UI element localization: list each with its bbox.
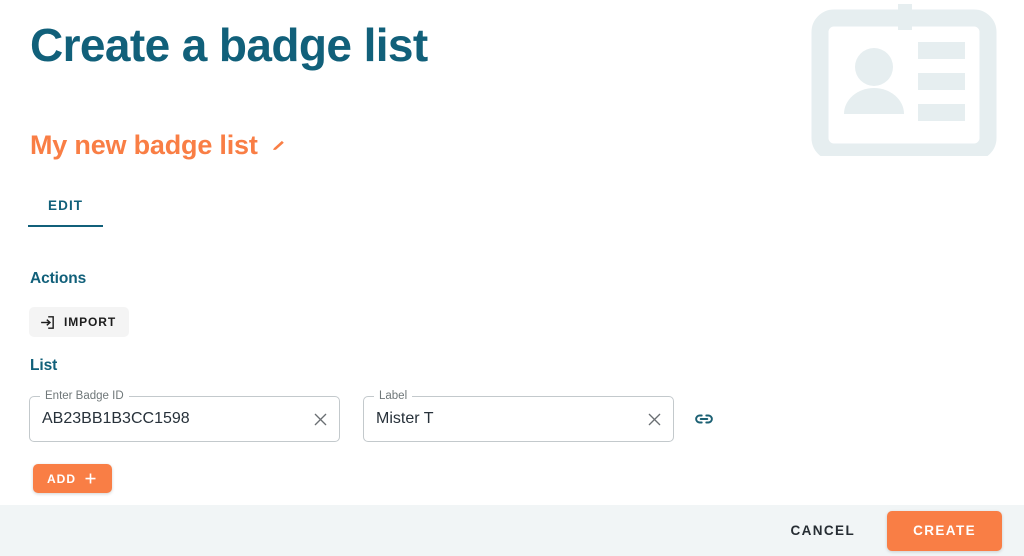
add-button[interactable]: ADD xyxy=(33,464,112,493)
create-button[interactable]: CREATE xyxy=(887,510,1002,551)
tab-bar: EDIT xyxy=(28,192,104,227)
add-button-label: ADD xyxy=(47,471,76,486)
badge-id-field-wrapper: Enter Badge ID xyxy=(29,390,340,442)
plus-icon xyxy=(83,471,98,486)
page-title: Create a badge list xyxy=(30,19,428,71)
list-heading: List xyxy=(30,357,58,374)
badge-id-input[interactable] xyxy=(29,396,340,442)
import-button-label: IMPORT xyxy=(64,315,117,329)
chain-link-icon[interactable] xyxy=(691,406,717,432)
actions-heading: Actions xyxy=(30,270,87,287)
list-name: My new badge list xyxy=(30,130,258,160)
label-input[interactable] xyxy=(363,396,674,442)
label-clear-icon[interactable] xyxy=(642,407,666,431)
label-field-wrapper: Label xyxy=(363,390,674,442)
id-badge-card-icon xyxy=(806,4,1002,161)
tab-edit[interactable]: EDIT xyxy=(28,192,104,227)
import-button[interactable]: IMPORT xyxy=(29,307,130,337)
footer-action-bar: CANCEL CREATE xyxy=(0,505,1024,556)
create-badge-list-page: Create a badge list My new badge list ED… xyxy=(0,0,1024,556)
list-name-row: My new badge list xyxy=(30,130,289,161)
pencil-icon[interactable] xyxy=(269,136,289,156)
cancel-button[interactable]: CANCEL xyxy=(780,515,865,546)
badge-id-clear-icon[interactable] xyxy=(308,407,332,431)
badge-row: Enter Badge ID Label xyxy=(29,390,717,442)
import-arrow-into-box-icon xyxy=(39,314,56,331)
